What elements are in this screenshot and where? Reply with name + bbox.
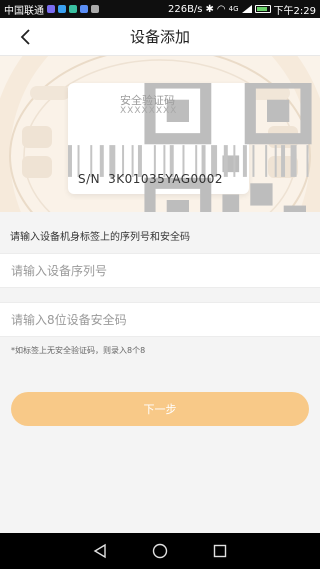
app-notification-icon: [80, 5, 88, 13]
serial-number-prefix: S/N: [78, 172, 101, 186]
device-label-illustration: 安全验证码 XXXXXXXX S/N 3K01035YAG0002: [0, 56, 320, 212]
clock: 下午2:29: [273, 5, 316, 17]
header: 设备添加: [0, 18, 320, 56]
bluetooth-icon: ✱: [205, 3, 214, 15]
barcode-icon: [68, 145, 309, 177]
app-notification-icon: [69, 5, 77, 13]
serial-number-value: 3K01035YAG0002: [108, 172, 224, 186]
security-code-input-row: [0, 302, 320, 337]
status-bar: 中国联通 226B/s ✱ ◠ 4G 下午2:29: [0, 0, 320, 18]
nav-back-button[interactable]: [88, 539, 112, 563]
wifi-icon: ◠: [216, 3, 226, 15]
network-type: 4G: [228, 5, 239, 13]
device-label-card: 安全验证码 XXXXXXXX S/N 3K01035YAG0002: [68, 83, 312, 212]
back-button[interactable]: [12, 24, 40, 50]
next-step-button[interactable]: 下一步: [11, 392, 309, 426]
status-right: 226B/s ✱ ◠ 4G 下午2:29: [168, 2, 316, 17]
serial-number-input[interactable]: [0, 254, 320, 287]
serial-number-row: S/N 3K01035YAG0002: [78, 172, 223, 186]
form-instruction: 请输入设备机身标签上的序列号和安全码: [10, 232, 190, 243]
carrier-label: 中国联通: [4, 5, 44, 17]
security-code-input[interactable]: [0, 303, 320, 336]
battery-icon: [254, 5, 271, 13]
app-notification-icon: [91, 5, 99, 13]
app-notification-icon: [47, 5, 55, 13]
system-nav-bar: [0, 533, 320, 569]
chevron-left-icon: [20, 29, 30, 45]
status-left: 中国联通: [4, 2, 99, 17]
signal-icon: [241, 5, 252, 13]
circle-home-icon: [152, 543, 168, 559]
square-recents-icon: [213, 544, 227, 558]
triangle-back-icon: [93, 543, 106, 559]
form-hint: *如标签上无安全验证码，则录入8个8: [11, 346, 146, 355]
app-notification-icon: [58, 5, 66, 13]
page-title: 设备添加: [129, 28, 190, 46]
nav-home-button[interactable]: [148, 539, 172, 563]
network-speed: 226B/s: [167, 3, 203, 15]
serial-input-row: [0, 253, 320, 288]
nav-recents-button[interactable]: [208, 539, 232, 563]
